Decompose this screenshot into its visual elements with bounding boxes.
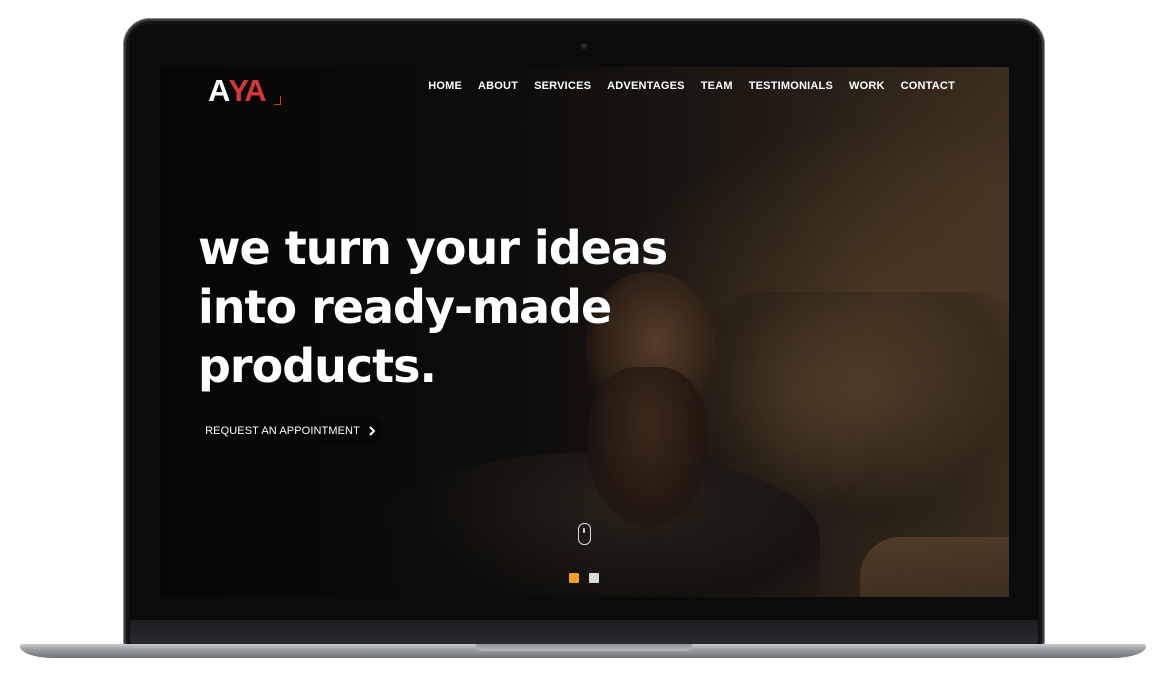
site-logo[interactable]: A YA	[208, 73, 281, 109]
hero-headline-line-1: we turn your ideas	[198, 221, 668, 275]
website-screen: A YA HOME ABOUT SERVICES ADVENTAGES TEAM …	[160, 67, 1009, 597]
chevron-right-icon	[369, 426, 376, 436]
request-appointment-button[interactable]: REQUEST AN APPOINTMENT	[198, 417, 383, 445]
logo-letters-ya: YA	[228, 73, 266, 108]
webcam-icon	[581, 43, 587, 49]
logo-mark-icon	[274, 96, 281, 105]
hero-headline-line-2: into ready-made	[198, 280, 612, 334]
hero-headline-line-3: products.	[198, 339, 437, 393]
laptop-hinge-notch	[476, 644, 692, 651]
request-appointment-label: REQUEST AN APPOINTMENT	[205, 425, 360, 437]
nav-item-contact[interactable]: CONTACT	[893, 80, 963, 92]
nav-item-about[interactable]: ABOUT	[470, 80, 526, 92]
nav-item-testimonials[interactable]: TESTIMONIALS	[741, 80, 841, 92]
hero-headline: we turn your ideas into ready-made produ…	[198, 219, 668, 396]
scroll-down-mouse-icon[interactable]	[578, 523, 591, 545]
slider-pagination	[569, 573, 599, 583]
nav-item-home[interactable]: HOME	[420, 80, 470, 92]
nav-item-work[interactable]: WORK	[841, 80, 893, 92]
nav-item-services[interactable]: SERVICES	[526, 80, 599, 92]
mouse-wheel-icon	[583, 528, 585, 533]
nav-item-adventages[interactable]: ADVENTAGES	[599, 80, 693, 92]
main-navigation: HOME ABOUT SERVICES ADVENTAGES TEAM TEST…	[420, 80, 963, 92]
slider-dot-1[interactable]	[569, 573, 579, 583]
nav-item-team[interactable]: TEAM	[693, 80, 741, 92]
laptop-bezel-bottom	[130, 620, 1038, 646]
slider-dot-2[interactable]	[589, 573, 599, 583]
logo-letter-a: A	[208, 73, 230, 108]
